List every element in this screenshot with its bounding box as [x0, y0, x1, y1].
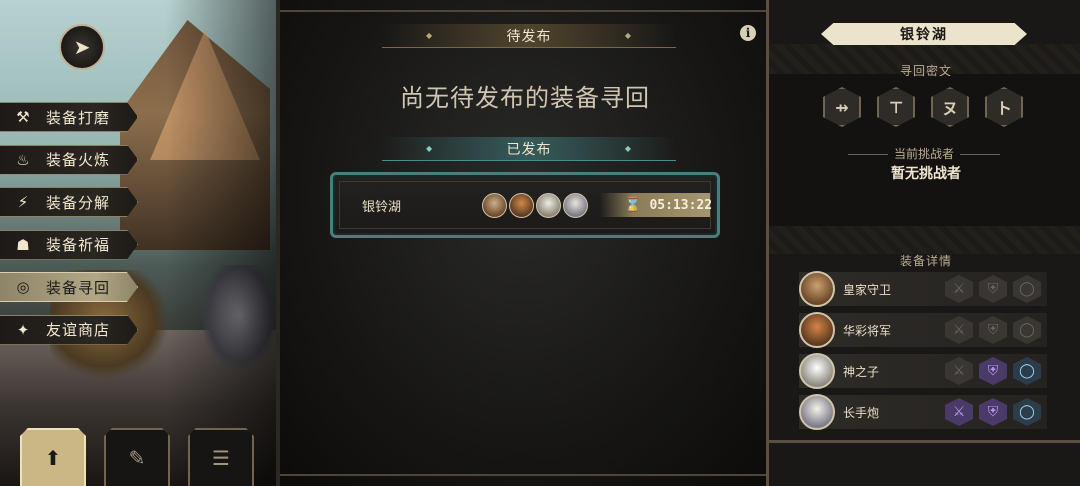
- equipment-hero-name: 华彩将军: [843, 323, 892, 338]
- menu-item-label: 装备火炼: [46, 151, 111, 169]
- pending-header-label: 待发布: [506, 28, 552, 45]
- disassemble-icon: ⚡: [17, 193, 29, 211]
- hero-avatar: [536, 192, 561, 218]
- equipment-row[interactable]: 神之子 ⚔ ⛨ ◯: [799, 353, 1047, 389]
- quest-panel: ◆ 待发布 ◆ i 尚无待发布的装备寻回 ◆ 已发布 ◆ 银铃湖 ⌛ 05:13…: [276, 0, 766, 486]
- sword-icon: ⚔: [945, 275, 973, 303]
- equipment-hero-name: 长手炮: [843, 405, 880, 420]
- challenger-label-text: 当前挑战者: [893, 147, 954, 161]
- equipment-row[interactable]: 皇家守卫 ⚔ ⛨ ◯: [799, 271, 1047, 307]
- hero-avatar: [509, 192, 534, 218]
- diamond-icon: ◆: [426, 31, 434, 40]
- rune-icon: ト: [985, 87, 1023, 127]
- armor-icon: ⛨: [979, 357, 1007, 385]
- menu-item-retrieve[interactable]: ◎ 装备寻回: [0, 272, 138, 302]
- fox-icon: ✦: [16, 320, 30, 339]
- quest-card-inner: 银铃湖 ⌛ 05:13:22: [339, 181, 713, 229]
- menu-item-polish[interactable]: ⚒ 装备打磨: [0, 102, 138, 132]
- pending-header: ◆ 待发布 ◆: [382, 24, 676, 48]
- sword-icon: ⚔: [945, 398, 973, 426]
- location-title: 银铃湖: [821, 23, 1027, 45]
- avatar: [799, 271, 835, 307]
- menu-item-label: 装备祈福: [46, 236, 111, 254]
- side-menu: ⚒ 装备打磨 ♨ 装备火炼 ⚡ 装备分解 ☗ 装备祈福 ◎ 装备寻回 ✦ 友谊商…: [0, 102, 138, 357]
- equipment-list: 皇家守卫 ⚔ ⛨ ◯ 华彩将军 ⚔ ⛨ ◯ 神之子 ⚔ ⛨ ◯ 长手炮 ⚔ ⛨ …: [799, 271, 1047, 436]
- equipment-row[interactable]: 华彩将军 ⚔ ⛨ ◯: [799, 312, 1047, 348]
- back-arrow-icon: ➤: [73, 35, 91, 59]
- upload-icon: ⬆: [44, 446, 62, 470]
- blessing-icon: ☗: [16, 235, 30, 254]
- diamond-icon: ◆: [624, 31, 632, 40]
- frame-line: [769, 440, 1080, 443]
- hero-avatar: [563, 192, 588, 218]
- sword-icon: ⚔: [945, 316, 973, 344]
- armor-icon: ⛨: [979, 275, 1007, 303]
- avatar: [799, 353, 835, 389]
- cipher-label: 寻回密文: [899, 64, 952, 78]
- menu-item-label: 友谊商店: [46, 321, 111, 339]
- menu-item-bless[interactable]: ☗ 装备祈福: [0, 229, 138, 260]
- frame-line: [280, 474, 766, 476]
- menu-item-forge[interactable]: ♨ 装备火炼: [0, 144, 138, 175]
- published-header-label: 已发布: [506, 141, 552, 158]
- sword-icon: ⚔: [945, 357, 973, 385]
- list-icon: ☰: [212, 446, 230, 470]
- rune-icon: ⇸: [823, 87, 861, 127]
- armor-icon: ⛨: [979, 316, 1007, 344]
- bottom-tab-bar: ⬆ ✎ ☰: [20, 428, 254, 486]
- ring-icon: ◯: [1013, 398, 1041, 426]
- flame-icon: ♨: [16, 150, 30, 169]
- ring-icon: ◯: [1013, 316, 1041, 344]
- retrieve-icon: ◎: [16, 278, 30, 296]
- rune-icon: ⊤: [877, 87, 915, 127]
- published-quest-card[interactable]: 银铃湖 ⌛ 05:13:22: [330, 172, 720, 238]
- quest-heroes: [482, 192, 588, 218]
- info-icon[interactable]: i: [740, 25, 756, 41]
- menu-item-label: 装备打磨: [46, 108, 111, 127]
- equipment-slots: ⚔ ⛨ ◯: [945, 275, 1041, 303]
- ornament-band: [769, 226, 1080, 254]
- cipher-runes: ⇸ ⊤ ヌ ト: [823, 87, 1023, 127]
- menu-item-disassemble[interactable]: ⚡ 装备分解: [0, 187, 138, 217]
- menu-item-friend-shop[interactable]: ✦ 友谊商店: [0, 314, 138, 345]
- published-header: ◆ 已发布 ◆: [382, 137, 676, 161]
- timer-text: 05:13:22: [649, 197, 713, 213]
- frame-line: [280, 10, 766, 12]
- equipment-row[interactable]: 长手炮 ⚔ ⛨ ◯: [799, 394, 1047, 430]
- equipment-label: 装备详情: [899, 254, 952, 268]
- challenger-label: 当前挑战者: [809, 145, 1039, 162]
- hero-avatar: [482, 192, 507, 218]
- hammer-icon: ⚒: [16, 108, 30, 126]
- menu-item-label: 装备分解: [46, 193, 111, 212]
- avatar: [799, 394, 835, 430]
- tab-feather[interactable]: ✎: [104, 428, 170, 486]
- tab-list[interactable]: ☰: [188, 428, 254, 486]
- hourglass-icon: ⌛: [624, 197, 642, 213]
- rune-icon: ヌ: [931, 87, 969, 127]
- equipment-slots: ⚔ ⛨ ◯: [945, 357, 1041, 385]
- avatar: [799, 312, 835, 348]
- back-button[interactable]: ➤: [59, 24, 105, 70]
- equipment-hero-name: 神之子: [843, 364, 880, 379]
- ring-icon: ◯: [1013, 357, 1041, 385]
- diamond-icon: ◆: [426, 144, 434, 153]
- equipment-slots: ⚔ ⛨ ◯: [945, 398, 1041, 426]
- armor-icon: ⛨: [979, 398, 1007, 426]
- ring-icon: ◯: [1013, 275, 1041, 303]
- empty-message: 尚无待发布的装备寻回: [400, 84, 650, 112]
- feather-icon: ✎: [128, 446, 146, 470]
- quest-location: 银铃湖: [362, 199, 402, 215]
- tab-publish[interactable]: ⬆: [20, 428, 86, 486]
- equipment-hero-name: 皇家守卫: [843, 282, 892, 297]
- equipment-slots: ⚔ ⛨ ◯: [945, 316, 1041, 344]
- challenger-value: 暂无挑战者: [891, 166, 961, 182]
- menu-item-label: 装备寻回: [46, 278, 111, 297]
- diamond-icon: ◆: [624, 144, 632, 153]
- detail-panel: 银铃湖 寻回密文 ⇸ ⊤ ヌ ト 当前挑战者 暂无挑战者 装备详情 皇家守卫 ⚔…: [766, 0, 1080, 486]
- quest-timer: ⌛ 05:13:22: [600, 193, 713, 217]
